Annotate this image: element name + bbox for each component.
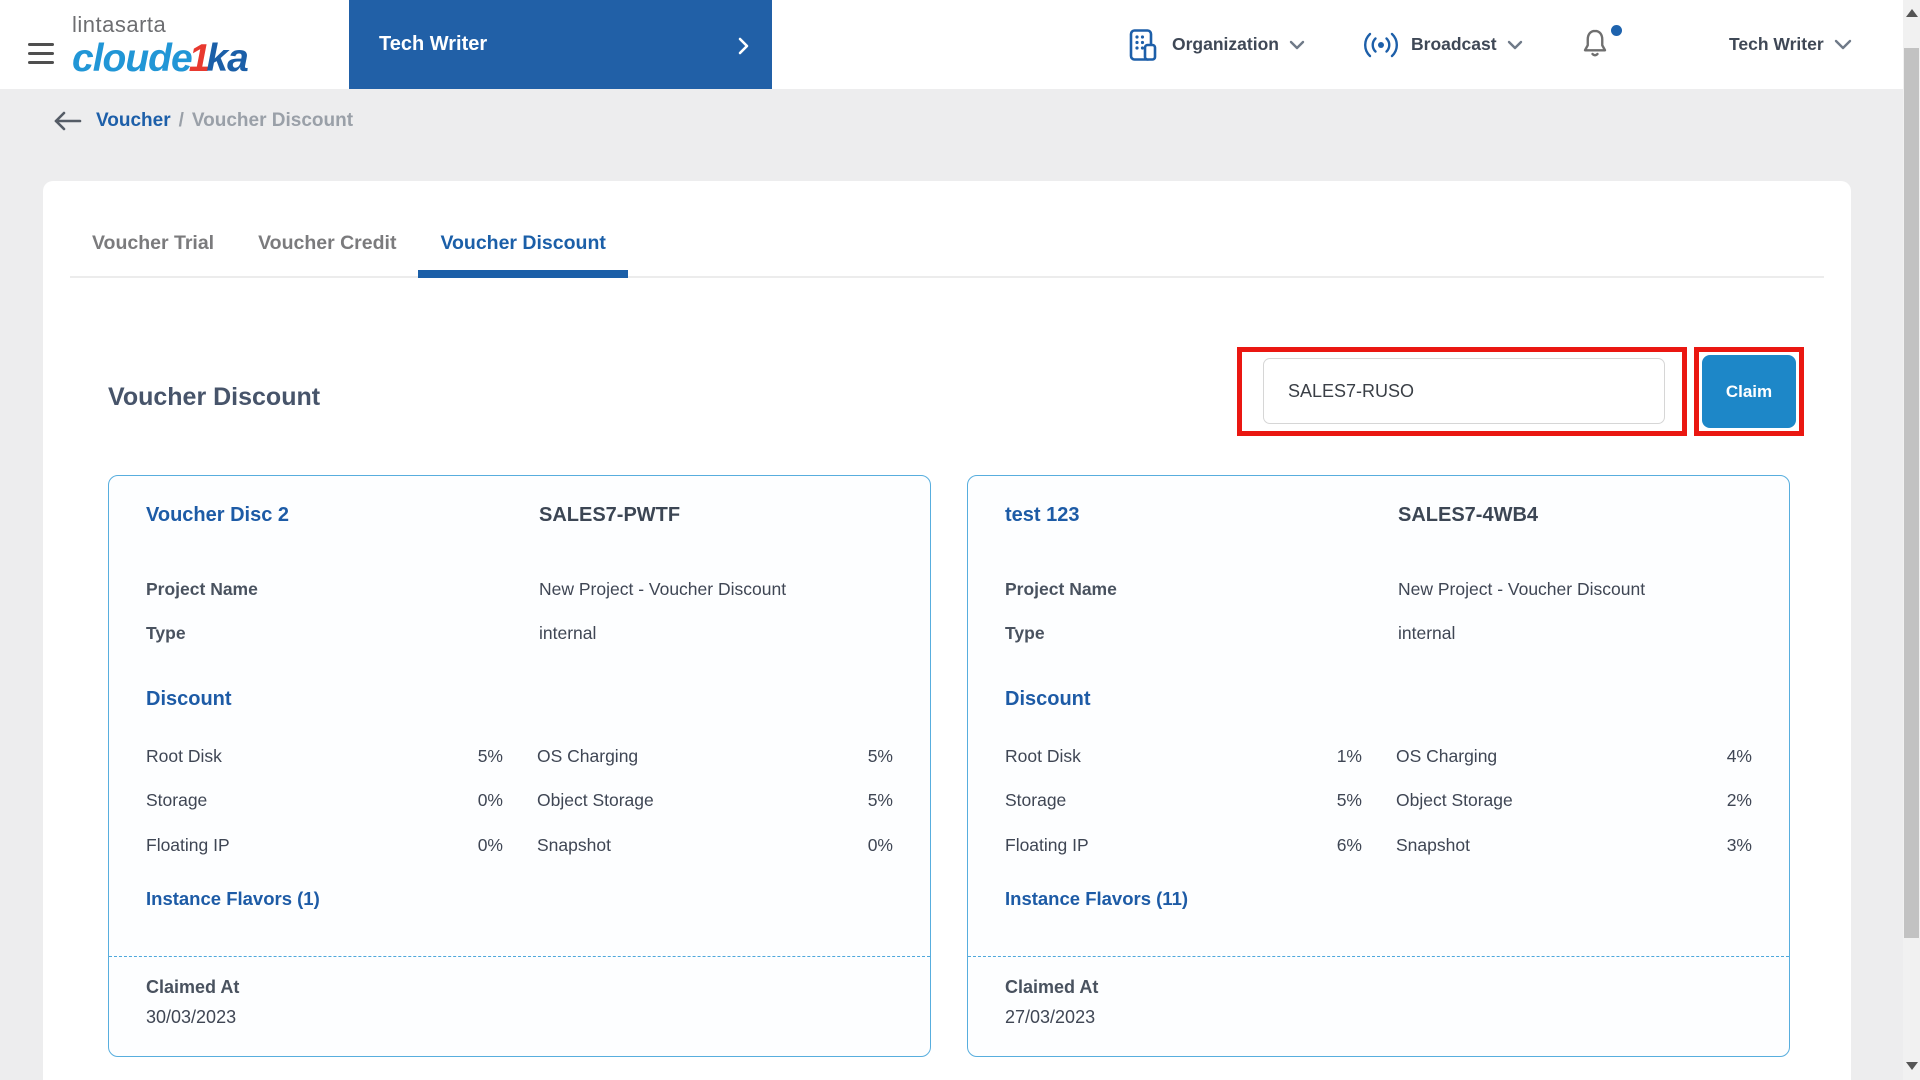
discount-label: Storage — [1005, 790, 1067, 810]
discount-row: Root Disk 5% OS Charging 5% — [146, 746, 893, 767]
scroll-up-icon[interactable] — [1903, 4, 1920, 24]
discount-value: 1% — [1336, 746, 1362, 766]
voucher-card: Voucher Disc 2 SALES7-PWTF Project Name … — [108, 475, 931, 1057]
discount-label: Floating IP — [146, 835, 230, 855]
discount-row: Floating IP 0% Snapshot 0% — [146, 835, 893, 856]
back-button[interactable] — [52, 110, 82, 132]
breadcrumb-current: Voucher Discount — [191, 110, 354, 131]
voucher-name: test 123 — [1005, 504, 1080, 526]
claimed-at-value: 30/03/2023 — [146, 1007, 237, 1027]
voucher-code: SALES7-4WB4 — [1398, 504, 1539, 526]
logo-company-text: lintasarta — [72, 12, 167, 37]
hamburger-menu-icon[interactable] — [28, 43, 54, 65]
tab-voucher-credit[interactable]: Voucher Credit — [236, 232, 418, 278]
tab-voucher-discount[interactable]: Voucher Discount — [418, 232, 628, 278]
discount-value: 4% — [1726, 746, 1752, 766]
dashed-divider — [968, 956, 1789, 957]
content-panel: Voucher Trial Voucher Credit Voucher Disco… — [43, 181, 1851, 1080]
broadcast-label: Broadcast — [1411, 34, 1497, 54]
chevron-down-icon — [1289, 40, 1305, 49]
discount-label: Object Storage — [537, 790, 654, 810]
chevron-right-icon — [738, 37, 749, 55]
app-logo: lintasarta cloude1ka — [72, 12, 249, 80]
user-menu[interactable]: Tech Writer — [1686, 0, 1852, 89]
notifications-button[interactable] — [1580, 25, 1624, 63]
breadcrumb-link-voucher[interactable]: Voucher — [96, 110, 171, 132]
discount-value: 5% — [1336, 790, 1362, 810]
voucher-code-input[interactable] — [1263, 358, 1665, 424]
type-value: internal — [539, 623, 597, 643]
discount-label: OS Charging — [537, 746, 639, 766]
claim-button[interactable]: Claim — [1702, 355, 1796, 428]
breadcrumb: Voucher / Voucher Discount — [0, 89, 1903, 153]
discount-value: 6% — [1336, 835, 1362, 855]
workspace-selector-banner[interactable]: Tech Writer — [349, 0, 772, 89]
logo-brand-text: cloude1ka — [72, 37, 249, 80]
discount-value: 3% — [1726, 835, 1752, 855]
scroll-down-icon[interactable] — [1903, 1056, 1920, 1076]
page-title: Voucher Discount — [108, 383, 321, 411]
tab-voucher-trial[interactable]: Voucher Trial — [70, 232, 236, 278]
project-name-label: Project Name — [146, 579, 258, 599]
bell-icon — [1583, 29, 1607, 57]
chevron-down-icon — [1507, 40, 1522, 49]
discount-value: 2% — [1726, 790, 1752, 810]
claimed-at-value: 27/03/2023 — [1005, 1007, 1096, 1027]
claimed-at-label: Claimed At — [146, 977, 240, 997]
instance-flavors-link[interactable]: Instance Flavors (11) — [1005, 888, 1188, 910]
discount-label: Root Disk — [1005, 746, 1081, 766]
discount-value: 5% — [867, 746, 893, 766]
discount-heading: Discount — [1005, 688, 1091, 710]
instance-flavors-link[interactable]: Instance Flavors (1) — [146, 888, 320, 910]
vertical-scrollbar[interactable] — [1903, 0, 1920, 1080]
discount-label: Floating IP — [1005, 835, 1089, 855]
organization-label: Organization — [1172, 34, 1279, 54]
discount-value: 0% — [477, 790, 503, 810]
app-header: lintasarta cloude1ka Tech Writer Organiz… — [0, 0, 1903, 89]
voucher-code: SALES7-PWTF — [539, 504, 681, 526]
scrollbar-thumb[interactable] — [1904, 48, 1919, 938]
workspace-name: Tech Writer — [379, 33, 488, 55]
voucher-name: Voucher Disc 2 — [146, 504, 290, 526]
user-name: Tech Writer — [1729, 34, 1824, 54]
discount-value: 0% — [867, 835, 893, 855]
broadcast-icon — [1364, 32, 1398, 57]
discount-heading: Discount — [146, 688, 232, 710]
discount-row: Root Disk 1% OS Charging 4% — [1005, 746, 1752, 767]
dashed-divider — [109, 956, 930, 957]
discount-label: Object Storage — [1396, 790, 1513, 810]
notification-badge-dot — [1611, 25, 1622, 36]
claimed-at-label: Claimed At — [1005, 977, 1099, 997]
organization-dropdown[interactable]: Organization — [1128, 0, 1305, 89]
voucher-card: test 123 SALES7-4WB4 Project Name New Pr… — [967, 475, 1790, 1057]
voucher-tabs: Voucher Trial Voucher Credit Voucher Disco… — [70, 181, 1824, 278]
discount-row: Floating IP 6% Snapshot 3% — [1005, 835, 1752, 856]
discount-label: Snapshot — [1396, 835, 1470, 855]
project-name-label: Project Name — [1005, 579, 1117, 599]
back-arrow-icon — [54, 111, 82, 131]
building-icon — [1129, 28, 1157, 61]
discount-row: Storage 0% Object Storage 5% — [146, 790, 893, 811]
type-label: Type — [146, 623, 186, 643]
discount-row: Storage 5% Object Storage 2% — [1005, 790, 1752, 811]
project-name-value: New Project - Voucher Discount — [539, 579, 787, 599]
discount-label: Snapshot — [537, 835, 611, 855]
broadcast-dropdown[interactable]: Broadcast — [1363, 0, 1523, 89]
discount-value: 5% — [867, 790, 893, 810]
project-name-value: New Project - Voucher Discount — [1398, 579, 1646, 599]
discount-value: 0% — [477, 835, 503, 855]
discount-value: 5% — [477, 746, 503, 766]
breadcrumb-separator: / — [178, 110, 184, 131]
discount-label: Root Disk — [146, 746, 222, 766]
discount-label: Storage — [146, 790, 208, 810]
chevron-down-icon — [1834, 39, 1851, 50]
discount-label: OS Charging — [1396, 746, 1498, 766]
type-value: internal — [1398, 623, 1456, 643]
type-label: Type — [1005, 623, 1045, 643]
